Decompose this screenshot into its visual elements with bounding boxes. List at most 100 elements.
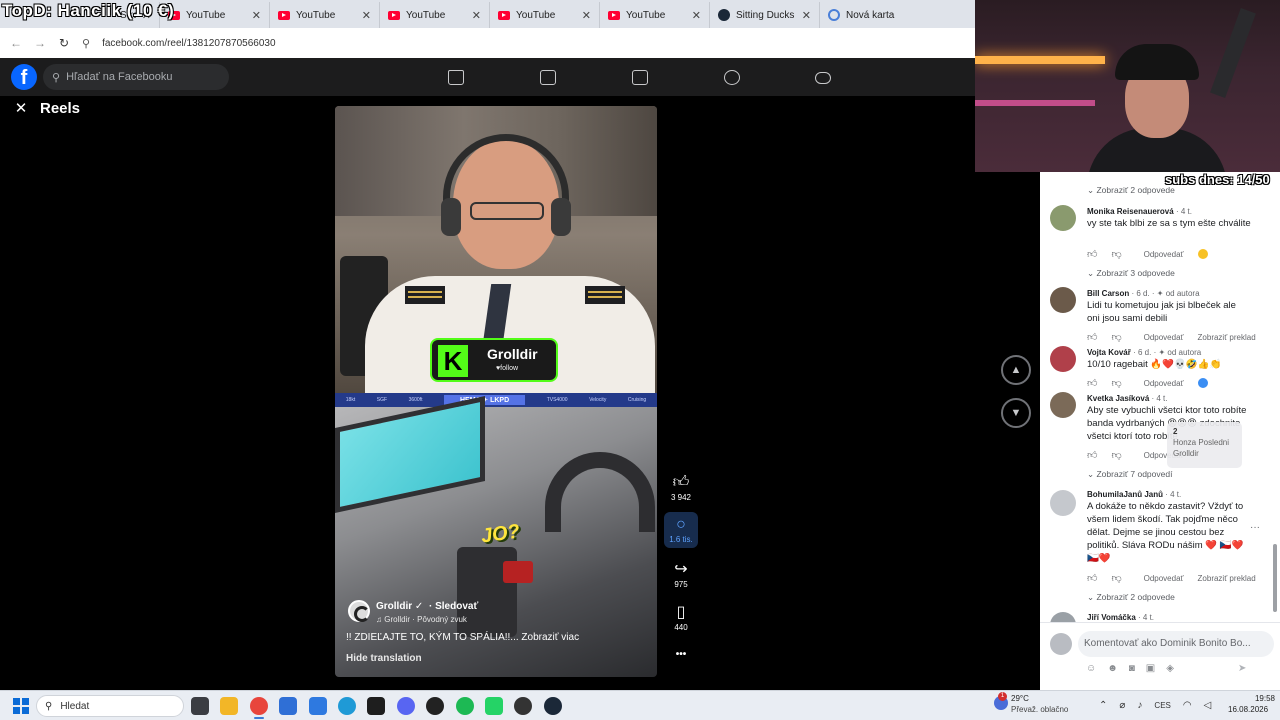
tab-youtube-1[interactable]: YouTube ✕: [160, 2, 270, 28]
volume-icon[interactable]: ◁: [1204, 700, 1212, 711]
avatar[interactable]: [1050, 392, 1076, 418]
forward-icon[interactable]: →: [34, 36, 46, 50]
avatar[interactable]: [1050, 205, 1076, 231]
reply-button[interactable]: Odpovedať: [1144, 379, 1184, 388]
wifi-icon[interactable]: ◠: [1183, 700, 1192, 711]
windows-start-icon[interactable]: [13, 698, 29, 714]
comments-scrollbar[interactable]: [1273, 172, 1277, 612]
gaming-icon[interactable]: [815, 72, 831, 84]
store-icon[interactable]: [279, 697, 297, 715]
obs-icon[interactable]: [426, 697, 444, 715]
back-icon[interactable]: ←: [10, 36, 22, 50]
next-reel-button[interactable]: ▼: [1001, 398, 1031, 428]
url-field[interactable]: facebook.com/reel/1381207870566030: [102, 38, 275, 49]
clock-date[interactable]: 16.08.2026: [1228, 705, 1268, 714]
dislike-icon[interactable]: 👎︎: [1111, 449, 1121, 461]
hide-translation-button[interactable]: Hide translation: [346, 653, 422, 664]
tab-steam[interactable]: Sitting Ducks ve ✕: [710, 2, 820, 28]
steam-icon[interactable]: [544, 697, 562, 715]
chrome-icon[interactable]: [250, 697, 268, 715]
reload-icon[interactable]: ↻: [58, 36, 70, 50]
tab-new[interactable]: Nová karta: [820, 2, 905, 28]
edge-icon[interactable]: [338, 697, 356, 715]
comment-author[interactable]: Kvetka Jasíková · 4 t.: [1087, 394, 1168, 403]
task-view-icon[interactable]: [191, 697, 209, 715]
avatar[interactable]: [1050, 490, 1076, 516]
comment-author[interactable]: Bill Carson · 6 d. · ✦ od autora: [1087, 289, 1200, 298]
comment-author[interactable]: Jiří Vomáčka · 4 t.: [1087, 613, 1154, 622]
save-button[interactable]: ▯ 440: [664, 604, 698, 632]
comment-author[interactable]: Monika Reisenauerová · 4 t.: [1087, 207, 1192, 216]
discord-icon[interactable]: [397, 697, 415, 715]
share-button[interactable]: ↪ 975: [664, 561, 698, 589]
dislike-icon[interactable]: 👎︎: [1111, 572, 1121, 584]
emoji-icon[interactable]: ☻: [1107, 663, 1118, 674]
close-icon[interactable]: ✕: [692, 9, 701, 22]
comment-options-icon[interactable]: ···: [1250, 522, 1260, 533]
view-replies-link[interactable]: ⌄ Zobraziť 2 odpovede: [1087, 185, 1175, 196]
like-icon[interactable]: 👍︎: [1087, 449, 1097, 461]
scrollbar-thumb[interactable]: [1273, 544, 1277, 612]
like-icon[interactable]: 👍︎: [1087, 248, 1097, 260]
reel-video[interactable]: K Grolldir ♥follow 18kt SGF 3600ft HEMA …: [335, 106, 657, 677]
stamp-icon[interactable]: ◈: [1166, 663, 1174, 674]
home-icon[interactable]: [448, 70, 464, 85]
previous-reel-button[interactable]: ▲: [1001, 355, 1031, 385]
view-replies-link[interactable]: ⌄ Zobraziť 3 odpovede: [1087, 268, 1175, 279]
dislike-icon[interactable]: 👎︎: [1111, 331, 1121, 343]
tab-youtube-4[interactable]: YouTube ✕: [490, 2, 600, 28]
avatar[interactable]: [1050, 287, 1076, 313]
like-icon[interactable]: 👍︎: [1087, 331, 1097, 343]
dislike-icon[interactable]: 👎︎: [1111, 248, 1121, 260]
language-indicator[interactable]: CES: [1154, 700, 1170, 711]
tab-youtube-2[interactable]: YouTube ✕: [270, 2, 380, 28]
gif-icon[interactable]: ▣: [1146, 663, 1155, 674]
dislike-icon[interactable]: 👎︎: [1111, 377, 1121, 389]
close-icon[interactable]: ✕: [582, 9, 591, 22]
close-icon[interactable]: ✕: [362, 9, 371, 22]
whatsapp-icon[interactable]: [485, 697, 503, 715]
taskbar-search[interactable]: ⚲ Hledat: [36, 695, 184, 717]
marketplace-icon[interactable]: [632, 70, 648, 85]
avatar[interactable]: [1050, 346, 1076, 372]
comment-author[interactable]: Vojta Kovář · 6 d. · ✦ od autora: [1087, 348, 1201, 357]
reply-button[interactable]: Odpovedať: [1144, 574, 1184, 583]
comment-input[interactable]: Komentovať ako Dominik Bonito Bo...: [1078, 631, 1274, 657]
file-explorer-icon[interactable]: [220, 697, 238, 715]
like-icon[interactable]: 👍︎: [1087, 377, 1097, 389]
see-translation-link[interactable]: Zobraziť preklad: [1198, 333, 1256, 342]
chevron-up-icon[interactable]: ⌃: [1099, 700, 1107, 711]
weather-description[interactable]: Převaž. oblačno: [1011, 705, 1068, 714]
tab-youtube-5[interactable]: YouTube ✕: [600, 2, 710, 28]
app-icon[interactable]: [309, 697, 327, 715]
app-icon[interactable]: [514, 697, 532, 715]
reel-audio[interactable]: ♫ Grolldir · Pôvodný zvuk: [376, 615, 467, 624]
send-icon[interactable]: ➤: [1238, 663, 1246, 674]
see-translation-link[interactable]: Zobraziť preklad: [1198, 574, 1256, 583]
view-replies-link[interactable]: ⌄ Zobraziť 2 odpovede: [1087, 592, 1175, 603]
like-icon[interactable]: 👍︎: [1087, 572, 1097, 584]
reels-icon[interactable]: [540, 70, 556, 85]
follow-button[interactable]: · Sledovať: [429, 601, 478, 612]
more-options-button[interactable]: •••: [664, 649, 698, 660]
tab-youtube-3[interactable]: YouTube ✕: [380, 2, 490, 28]
author-avatar[interactable]: [348, 600, 370, 622]
reel-caption[interactable]: !! ZDIEĽAJTE TO, KÝM TO SPÁLIA!!... Zobr…: [346, 632, 579, 643]
weather-temperature[interactable]: 29°C: [1011, 694, 1029, 703]
facebook-search[interactable]: ⚲ Hľadať na Facebooku: [43, 64, 229, 90]
groups-icon[interactable]: [724, 70, 740, 85]
like-button[interactable]: 👍︎ 3 942: [664, 474, 698, 502]
close-icon[interactable]: ✕: [472, 9, 481, 22]
reel-author[interactable]: Grolldir ✓: [376, 601, 423, 612]
close-icon[interactable]: ✕: [802, 9, 811, 22]
comment-author[interactable]: BohumilaJanů Janů · 4 t.: [1087, 490, 1181, 499]
view-replies-link[interactable]: ⌄ Zobraziť 7 odpovedí: [1087, 469, 1172, 480]
facebook-logo[interactable]: f: [11, 64, 37, 90]
sticker-icon[interactable]: ☺: [1086, 663, 1096, 674]
network-icon[interactable]: ⌀: [1119, 700, 1125, 711]
clock-time[interactable]: 19:58: [1245, 694, 1275, 703]
close-icon[interactable]: ✕: [252, 9, 261, 22]
spotify-icon[interactable]: [456, 697, 474, 715]
comment-button[interactable]: ○ 1.6 tis.: [664, 512, 698, 548]
microphone-icon[interactable]: ♪: [1137, 700, 1142, 711]
